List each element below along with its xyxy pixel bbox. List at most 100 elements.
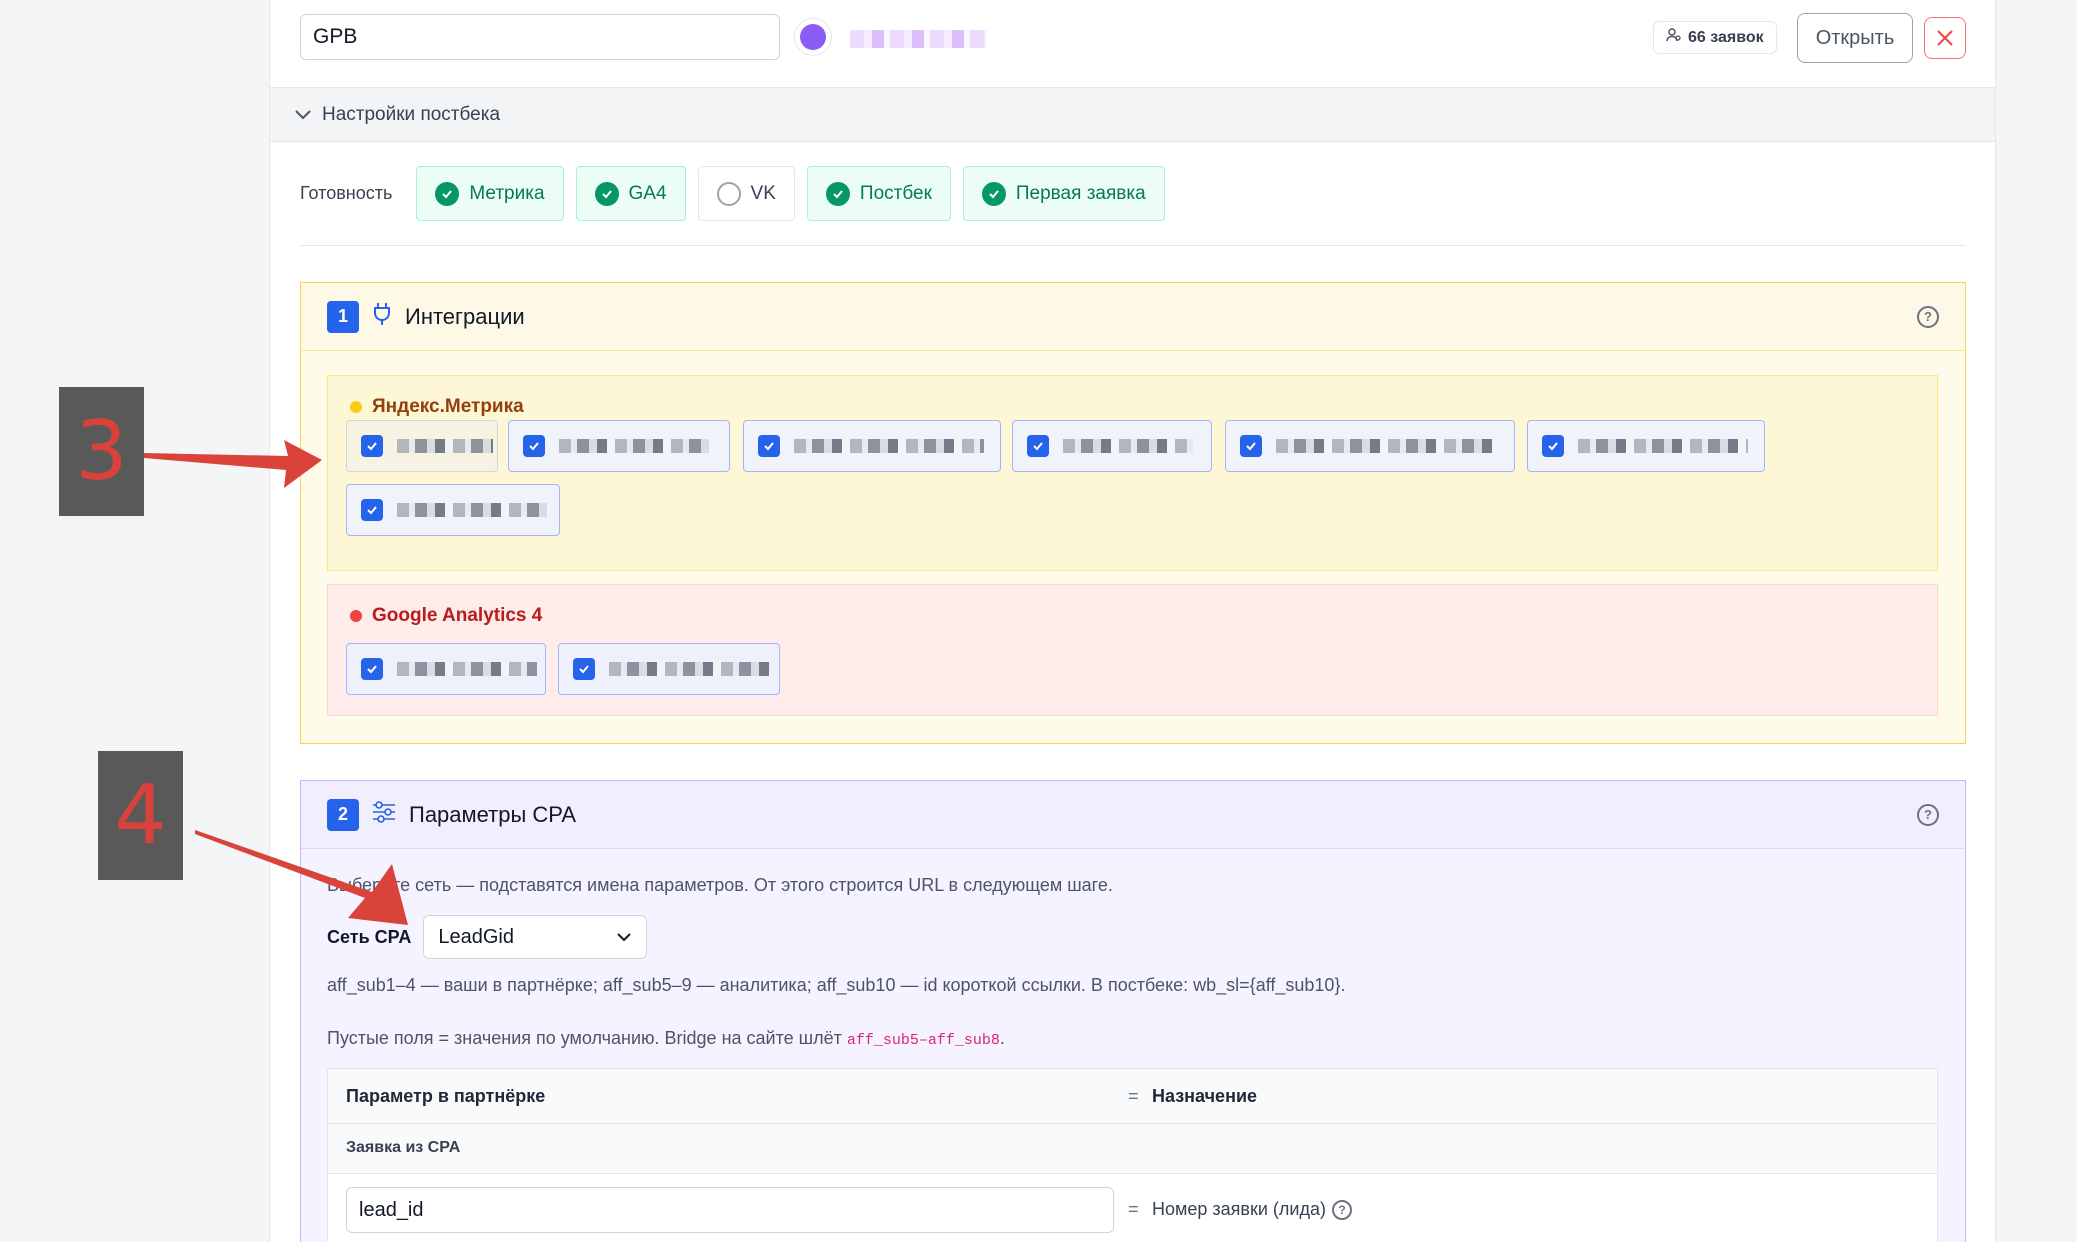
redacted-goal-name [794,439,984,453]
open-button[interactable]: Открыть [1797,13,1913,63]
status-dot [350,401,362,413]
leads-badge: 66 заявок [1653,21,1777,54]
checkbox-checked-icon [361,435,383,457]
cpa-params-title: Параметры CPA [409,801,576,827]
checkbox-checked-icon [361,499,383,521]
settings-title: Настройки постбека [322,103,501,125]
checkbox-checked-icon [523,435,545,457]
step-number: 1 [327,300,359,333]
integrations-section: 1 Интеграции ? Яндекс.Метрика Google Ana… [300,282,1966,744]
help-icon[interactable]: ? [1331,1199,1352,1220]
checkbox-checked-icon [361,658,383,680]
yandex-metrika-title: Яндекс.Метрика [350,396,524,418]
chip-vk: VK [697,166,795,221]
hint-suffix: . [999,1028,1005,1048]
sliders-icon [371,800,397,829]
close-button[interactable] [1924,17,1966,59]
google-analytics-group: Google Analytics 4 [327,584,1938,716]
goal-checkbox[interactable] [1527,420,1765,472]
goal-checkbox[interactable] [346,420,498,472]
column-header: Назначение [1152,1086,1258,1106]
code-aff-sub8: aff_sub8 [927,1032,1000,1049]
yandex-metrika-group: Яндекс.Метрика [327,375,1938,571]
equals-sign: = [1128,1086,1139,1106]
postback-settings-toggle[interactable]: Настройки постбека [270,87,1995,142]
close-icon [1937,30,1953,46]
redacted-goal-name [397,503,547,517]
group-label: Яндекс.Метрика [372,396,524,417]
annotation-3: 3 [59,387,144,516]
integrations-header: 1 Интеграции ? [301,283,1965,351]
redacted-goal-name [397,662,537,676]
name-input[interactable]: GPB [300,14,780,60]
equals-sign: = [1128,1199,1139,1219]
divider [300,245,1966,246]
check-circle-icon [594,181,619,206]
chip-metrika: Метрика [416,166,564,221]
step-number: 2 [327,798,359,831]
code-aff-sub5: aff_sub5 [846,1032,919,1049]
goal-checkbox[interactable] [1225,420,1515,472]
checkbox-checked-icon [1240,435,1262,457]
chevron-down-icon [617,933,632,942]
chip-label: Метрика [469,182,545,204]
help-icon[interactable]: ? [1917,803,1939,826]
chip-label: Первая заявка [1015,182,1146,204]
cpa-params-header: 2 Параметры CPA ? [301,781,1965,849]
chevron-down-icon [295,109,311,119]
params-hint: aff_sub1–4 — ваши в партнёрке; aff_sub5–… [327,975,1346,995]
color-dot [800,24,826,50]
param-input[interactable]: lead_id [346,1187,1114,1233]
check-circle-icon [435,181,460,206]
destination-label: Номер заявки (лида) [1152,1199,1326,1219]
google-analytics-title: Google Analytics 4 [350,605,542,627]
cpa-params-section: 2 Параметры CPA ? Выберите сеть — подста… [300,780,1966,1242]
goal-checkbox[interactable] [346,643,546,695]
defaults-hint: Пустые поля = значения по умолчанию. Bri… [327,1028,1005,1049]
status-dot [350,610,362,622]
code-dash: – [918,1032,928,1049]
group-label: Google Analytics 4 [372,605,543,626]
checkbox-checked-icon [1027,435,1049,457]
goal-checkbox[interactable] [346,484,560,536]
table-group-row: Заявка из CPA [328,1124,1937,1174]
annotation-4: 4 [98,751,183,880]
chip-label: GA4 [628,182,667,204]
cpa-description: Выберите сеть — подставятся имена параме… [327,875,1113,895]
goal-checkbox[interactable] [1012,420,1212,472]
plug-icon [371,301,393,332]
checkbox-checked-icon [1542,435,1564,457]
redacted-goal-name [559,439,709,453]
chip-label: Постбек [859,182,932,204]
goal-checkbox[interactable] [558,643,780,695]
redacted-goal-name [397,439,493,453]
check-circle-icon [825,181,850,206]
integrations-title: Интеграции [405,303,525,329]
cpa-network-row: Сеть CPA LeadGid [327,915,648,959]
cpa-network-value: LeadGid [438,925,514,948]
column-header: Параметр в партнёрке [346,1086,546,1106]
chip-first-lead: Первая заявка [962,166,1165,221]
help-icon[interactable]: ? [1917,305,1939,328]
users-icon [1666,27,1682,48]
checkbox-checked-icon [573,658,595,680]
redacted-goal-name [609,662,769,676]
goal-checkbox[interactable] [743,420,1001,472]
chip-ga4: GA4 [575,166,686,221]
cpa-network-select[interactable]: LeadGid [423,915,648,959]
cpa-network-label: Сеть CPA [327,926,412,947]
table-header: Параметр в партнёрке = Назначение [328,1069,1937,1124]
chip-label: VK [750,182,776,204]
color-picker[interactable] [794,18,832,56]
param-destination: Номер заявки (лида) ? [1152,1199,1352,1220]
leads-count: 66 заявок [1688,28,1764,46]
checkbox-checked-icon [758,435,780,457]
readiness-row: Готовность Метрика GA4 VK Постбек Первая… [300,166,1165,221]
check-circle-icon [981,181,1006,206]
redacted-goal-name [1276,439,1496,453]
redacted-goal-name [1063,439,1193,453]
redacted-text [850,30,986,48]
postback-card: GPB 66 заявок Открыть Настройки постбека… [269,0,1996,1242]
goal-checkbox[interactable] [508,420,730,472]
params-table: Параметр в партнёрке = Назначение Заявка… [327,1068,1938,1242]
